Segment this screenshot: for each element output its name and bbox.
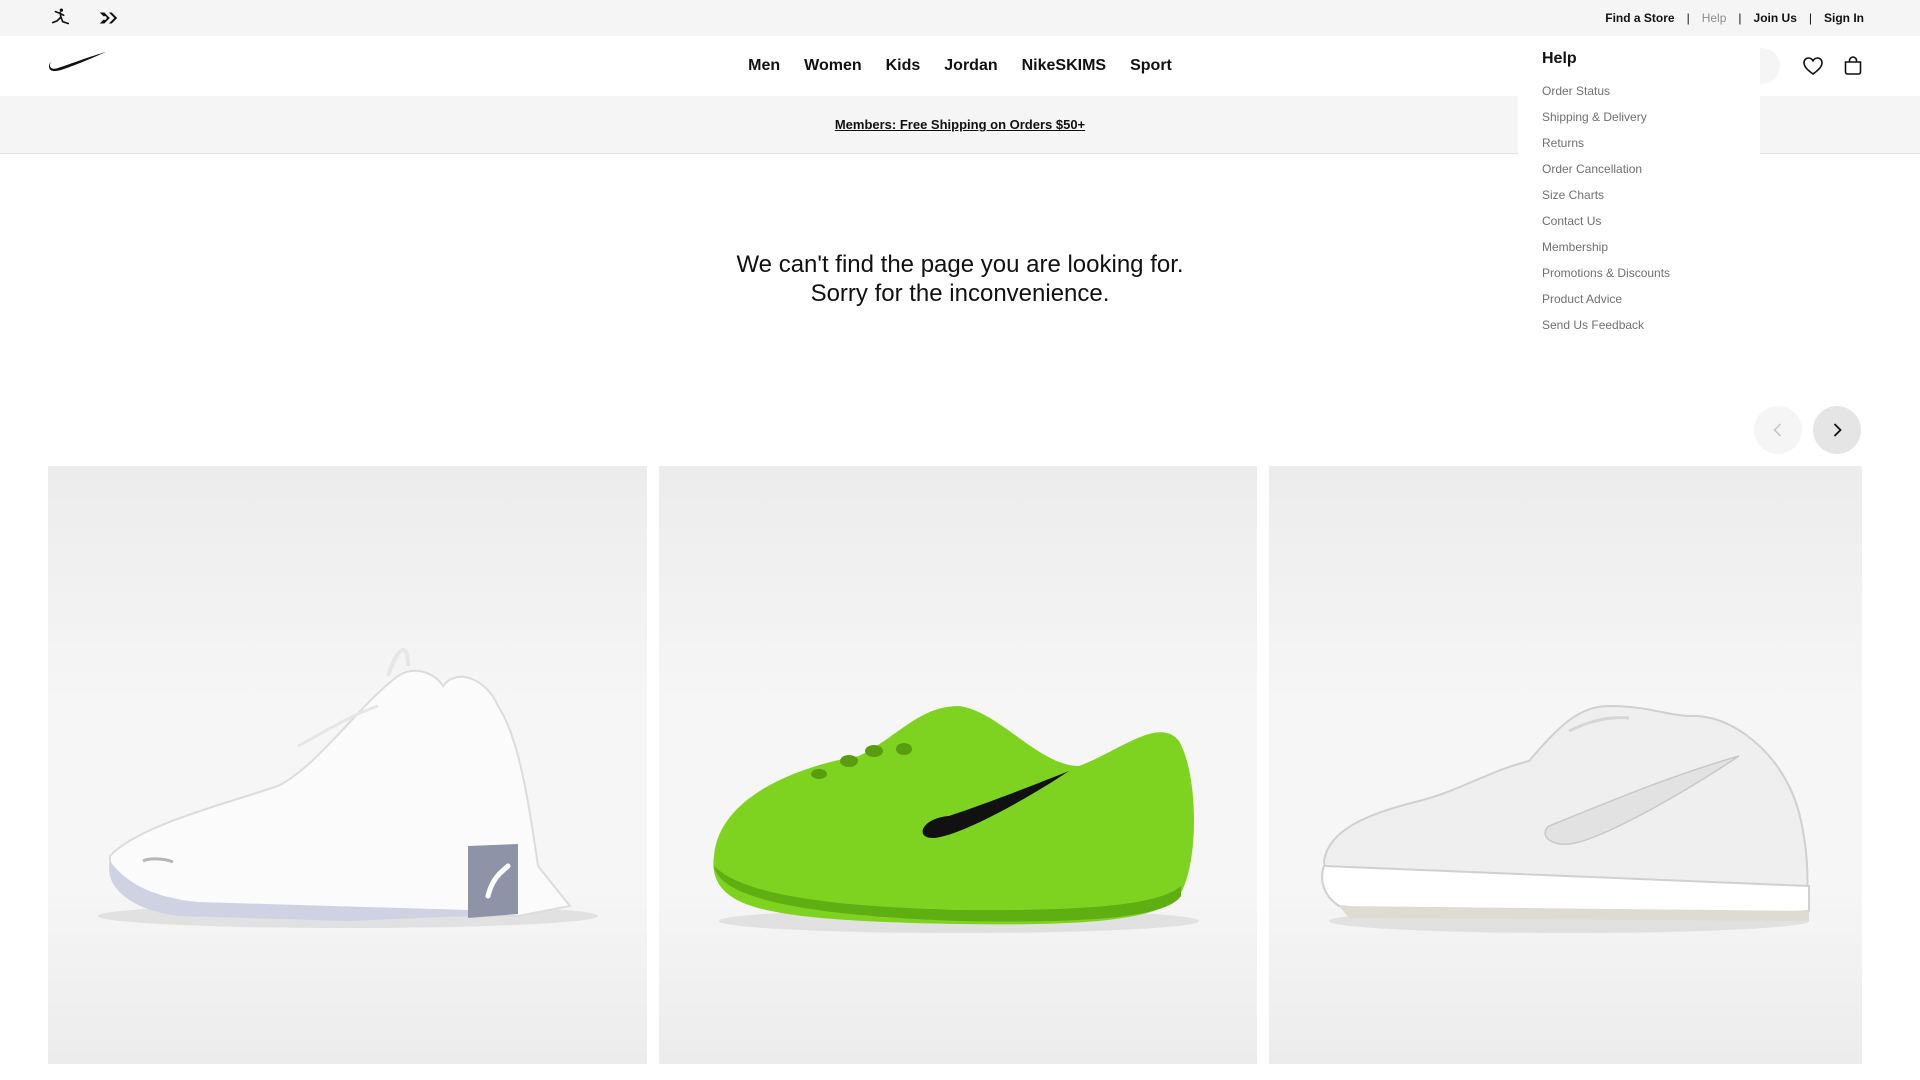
bag-icon[interactable] — [1841, 54, 1865, 78]
white-training-shoe-image — [98, 648, 598, 928]
help-dropdown: Help Order Status Shipping & Delivery Re… — [1518, 36, 1760, 344]
help-title: Help — [1542, 50, 1577, 67]
chevron-left-icon — [1773, 423, 1782, 437]
product-card[interactable] — [659, 466, 1257, 1064]
help-link[interactable]: Help — [1702, 11, 1727, 25]
help-item-size-charts[interactable]: Size Charts — [1542, 182, 1736, 208]
help-item-send-feedback[interactable]: Send Us Feedback — [1542, 312, 1736, 338]
find-store-link[interactable]: Find a Store — [1605, 11, 1674, 25]
help-item-order-cancellation[interactable]: Order Cancellation — [1542, 156, 1736, 182]
nav-kids[interactable]: Kids — [874, 57, 933, 75]
jordan-jumpman-icon[interactable] — [48, 7, 72, 29]
promo-link[interactable]: Members: Free Shipping on Orders $50+ — [835, 117, 1085, 132]
nav-women[interactable]: Women — [792, 57, 873, 75]
heart-icon[interactable] — [1801, 54, 1825, 78]
utility-separator: | — [1686, 11, 1690, 25]
nav-men[interactable]: Men — [736, 57, 792, 75]
help-item-order-status[interactable]: Order Status — [1542, 78, 1736, 104]
carousel-next-button[interactable] — [1813, 406, 1861, 454]
utility-links: Find a Store | Help | Join Us | Sign In — [1605, 0, 1864, 36]
carousel-prev-button[interactable] — [1754, 406, 1802, 454]
join-us-link[interactable]: Join Us — [1754, 11, 1797, 25]
sign-in-link[interactable]: Sign In — [1824, 11, 1864, 25]
nav-jordan[interactable]: Jordan — [932, 57, 1009, 75]
help-item-membership[interactable]: Membership — [1542, 234, 1736, 260]
product-card[interactable] — [48, 466, 647, 1064]
nav-sport[interactable]: Sport — [1118, 57, 1184, 75]
help-item-promotions-discounts[interactable]: Promotions & Discounts — [1542, 260, 1736, 286]
product-card[interactable] — [1269, 466, 1862, 1064]
nav-nikeskims[interactable]: NikeSKIMS — [1010, 57, 1118, 75]
help-item-product-advice[interactable]: Product Advice — [1542, 286, 1736, 312]
utility-bar: Find a Store | Help | Join Us | Sign In — [0, 0, 1920, 36]
nike-swoosh-icon[interactable] — [47, 50, 107, 74]
white-low-top-sneaker-image — [1321, 704, 1810, 933]
volt-green-slip-on-shoe-image — [713, 706, 1199, 933]
converse-star-chevron-icon[interactable] — [96, 7, 120, 29]
help-item-contact-us[interactable]: Contact Us — [1542, 208, 1736, 234]
help-item-returns[interactable]: Returns — [1542, 130, 1736, 156]
utility-separator: | — [1808, 11, 1812, 25]
help-item-shipping-delivery[interactable]: Shipping & Delivery — [1542, 104, 1736, 130]
utility-separator: | — [1738, 11, 1742, 25]
chevron-right-icon — [1833, 423, 1842, 437]
